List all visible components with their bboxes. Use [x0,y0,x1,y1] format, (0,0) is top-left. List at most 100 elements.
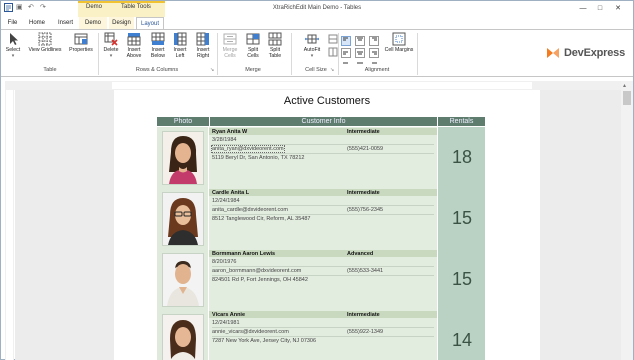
scrollbar-thumb[interactable] [623,91,631,105]
horizontal-ruler[interactable] [5,81,623,90]
select-button[interactable]: Select ▾ [4,32,22,59]
customer-name[interactable]: Ryan Anita W [212,129,247,135]
customer-email[interactable]: anita_ryan@dxvideorent.com [211,145,285,153]
customer-level[interactable]: Intermediate [347,190,380,196]
align-middle-right-icon[interactable] [369,48,379,58]
minimize-button[interactable]: — [576,3,590,14]
insert-right-button[interactable]: Insert Right [193,32,213,59]
rentals-count[interactable]: 15 [438,208,486,229]
customer-photo[interactable] [162,314,204,360]
document-canvas[interactable]: Active Customers Photo Customer Info Ren… [15,90,621,360]
merge-cells-button[interactable]: Merge Cells [220,32,240,59]
rentals-cell[interactable]: 14 [437,310,485,360]
document-title[interactable]: Active Customers [114,95,540,107]
customer-photo[interactable] [162,192,204,246]
align-top-center-icon[interactable] [355,36,365,46]
ribbon-separator [291,33,292,75]
customer-name[interactable]: Bormmann Aaron Lewis [212,251,275,257]
customer-info-cell[interactable]: Ryan Anita W Intermediate 3/28/1984 anit… [209,127,437,188]
customer-name[interactable]: Vicars Annie [212,312,245,318]
customer-info-cell[interactable]: Vicars Annie Intermediate 12/24/1981 ann… [209,310,437,360]
info-divider [212,275,434,276]
align-top-right-icon[interactable] [369,36,379,46]
distribute-rows-icon[interactable] [328,34,338,44]
close-button[interactable]: ✕ [611,3,625,14]
photo-cell[interactable] [157,249,209,310]
split-table-button[interactable]: Split Table [265,32,285,59]
split-cells-icon [246,33,260,45]
customer-level[interactable]: Advanced [347,251,373,257]
header-customer-info[interactable]: Customer Info [210,117,437,126]
photo-cell[interactable] [157,310,209,360]
customer-phone[interactable]: (555)533-3441 [347,268,383,274]
vertical-scrollbar[interactable]: ▴ [621,81,633,360]
table-row[interactable]: Ryan Anita W Intermediate 3/28/1984 anit… [157,127,485,188]
tab-layout[interactable]: Layout [136,17,164,29]
cell-margins-button[interactable]: Cell Margins [384,32,414,53]
align-top-left-icon[interactable] [341,36,351,46]
photo-cell[interactable] [157,127,209,188]
rentals-cell[interactable]: 18 [437,127,485,188]
customer-phone[interactable]: (555)922-1349 [347,329,383,335]
align-middle-left-icon[interactable] [341,48,351,58]
dialog-launcher-icon[interactable]: ↘ [210,68,215,73]
customer-level[interactable]: Intermediate [347,129,380,135]
align-bottom-right-icon[interactable] [369,60,379,66]
restore-button[interactable]: □ [593,3,607,14]
insert-left-button[interactable]: Insert Left [171,32,189,59]
customer-email[interactable]: anita_cardle@dxvideorent.com [212,207,288,213]
distribute-columns-icon[interactable] [328,47,338,57]
rentals-count[interactable]: 15 [438,269,486,290]
table-row[interactable]: Vicars Annie Intermediate 12/24/1981 ann… [157,310,485,360]
rentals-cell[interactable]: 15 [437,249,485,310]
rentals-count[interactable]: 14 [438,330,486,351]
customer-address[interactable]: 8512 Tanglewood Cir, Reform, AL 35487 [212,216,310,222]
properties-button[interactable]: Properties [67,32,95,53]
rentals-count[interactable]: 18 [438,147,486,168]
rentals-cell[interactable]: 15 [437,188,485,249]
customer-name[interactable]: Cardle Anita L [212,190,249,196]
delete-table-icon [104,32,118,46]
align-middle-center-icon[interactable] [355,48,365,58]
vertical-ruler[interactable] [5,90,14,360]
customer-birth-date[interactable]: 8/20/1976 [212,259,236,265]
autofit-button[interactable]: AutoFit ▾ [298,32,326,59]
customer-phone[interactable]: (555)756-2345 [347,207,383,213]
customer-photo[interactable] [162,253,204,307]
insert-above-button[interactable]: Insert Above [123,32,145,59]
customer-photo[interactable] [162,131,204,185]
align-bottom-left-icon[interactable] [341,60,351,66]
customer-address[interactable]: 5119 Beryl Dr, San Antonio, TX 78212 [212,155,304,161]
tab-demo[interactable]: Demo [79,17,107,29]
photo-cell[interactable] [157,188,209,249]
tab-home[interactable]: Home [26,17,48,29]
customer-birth-date[interactable]: 12/24/1981 [212,320,240,326]
tab-file[interactable]: File [4,17,21,29]
customer-info-cell[interactable]: Bormmann Aaron Lewis Advanced 8/20/1976 … [209,249,437,310]
header-rentals[interactable]: Rentals [438,117,485,126]
scroll-up-icon[interactable]: ▴ [623,82,626,89]
tab-insert[interactable]: Insert [54,17,77,29]
dropdown-arrow-icon: ▾ [310,53,314,59]
customer-info-cell[interactable]: Cardle Anita L Intermediate 12/24/1984 a… [209,188,437,249]
customer-address[interactable]: 824501 Rd P, Fort Jennings, OH 45842 [212,277,308,283]
dialog-launcher-icon[interactable]: ↘ [330,68,335,73]
document-page[interactable]: Active Customers Photo Customer Info Ren… [114,90,540,360]
customer-email[interactable]: aaron_bormmann@dxvideorent.com [212,268,301,274]
align-bottom-center-icon[interactable] [355,60,365,66]
customer-birth-date[interactable]: 12/24/1984 [212,198,240,204]
tab-design[interactable]: Design [109,17,134,29]
customer-phone[interactable]: (555)421-0059 [347,146,383,152]
customer-birth-date[interactable]: 3/28/1984 [212,137,236,143]
table-row[interactable]: Bormmann Aaron Lewis Advanced 8/20/1976 … [157,249,485,310]
split-cells-button[interactable]: Split Cells [243,32,263,59]
delete-button[interactable]: Delete ▾ [101,32,121,59]
view-gridlines-button[interactable]: View Gridlines [27,32,63,53]
customer-level[interactable]: Intermediate [347,312,380,318]
customer-address[interactable]: 7287 New York Ave, Jersey City, NJ 07306 [212,338,316,344]
table-row[interactable]: Cardle Anita L Intermediate 12/24/1984 a… [157,188,485,249]
gridlines-icon [38,32,52,46]
insert-below-button[interactable]: Insert Below [147,32,169,59]
header-photo[interactable]: Photo [157,117,209,126]
customer-email[interactable]: annie_vicars@dxvideorent.com [212,329,289,335]
